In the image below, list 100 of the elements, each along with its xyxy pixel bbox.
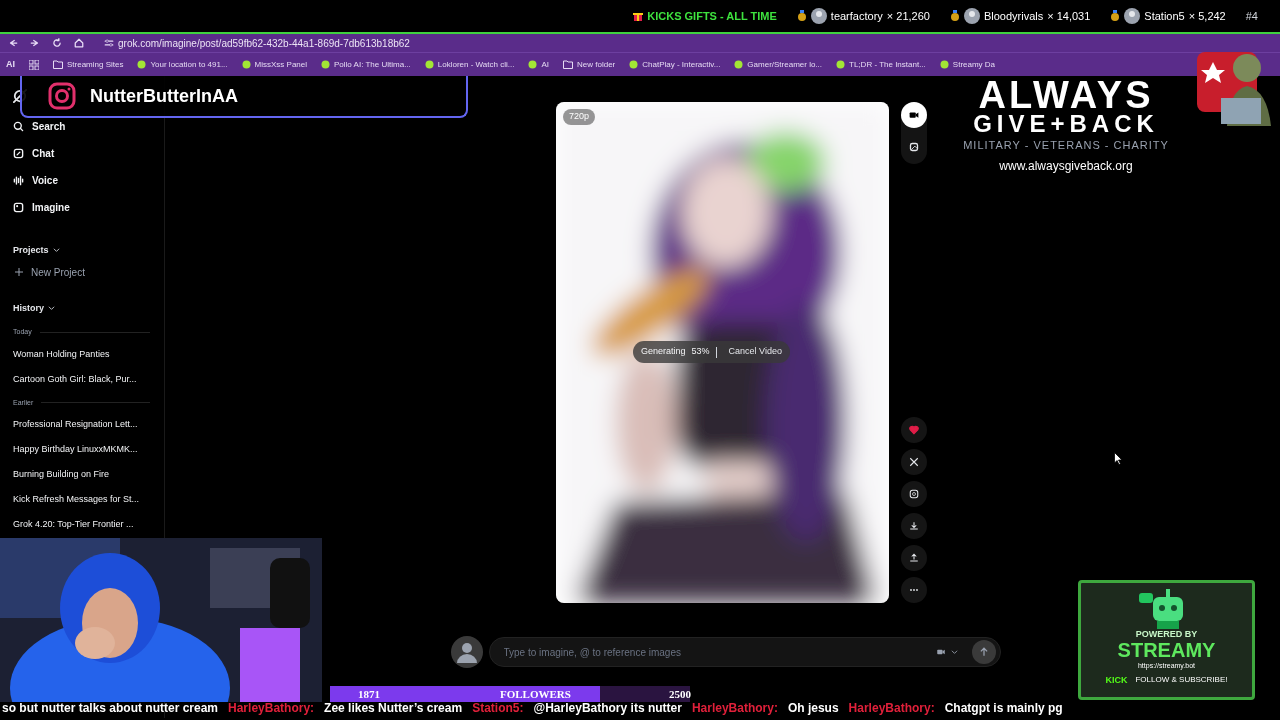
nav-item[interactable]: Search (13, 117, 164, 136)
nav-item[interactable]: Imagine (13, 198, 164, 217)
history-item[interactable]: Woman Holding Panties (13, 347, 164, 363)
kick-label: KICK (1105, 673, 1128, 687)
forward-icon[interactable] (30, 38, 40, 48)
favicon-icon (836, 60, 846, 69)
avatar-icon[interactable] (450, 636, 483, 668)
chat-icon (13, 148, 24, 159)
favicon-icon (528, 60, 538, 69)
section-heading[interactable]: Projects (13, 244, 49, 258)
leader-amount: × 14,031 (1047, 8, 1091, 24)
remix-icon (908, 488, 920, 500)
section-heading[interactable]: History (13, 301, 44, 315)
history-item[interactable]: Grok 4.20: Top-Tier Frontier ... (13, 518, 164, 533)
history-item[interactable]: Burning Building on Fire (13, 468, 164, 483)
percent-text: 53% (691, 345, 710, 359)
prompt-field[interactable]: Type to imagine, @ to reference images (503, 644, 927, 660)
avatar-icon (1124, 8, 1141, 24)
x-logo-icon (908, 456, 920, 468)
chat-username: Station5: (472, 700, 524, 717)
apps-grid-icon[interactable] (29, 59, 39, 70)
gifts-title: KICKS GIFTS - ALL TIME (647, 8, 777, 24)
site-info-icon[interactable] (104, 38, 114, 48)
tagline-text: MILITARY - VETERANS - CHARITY (963, 138, 1169, 153)
image-icon (907, 140, 921, 154)
favicon-icon (629, 60, 639, 69)
nav-item[interactable]: Voice (13, 171, 164, 190)
chat-message: Oh jesus (787, 700, 839, 717)
bookmark-link[interactable]: Lokloren - Watch cli... (437, 58, 515, 71)
folder-icon (563, 60, 573, 69)
bookmark-link[interactable]: Streaming Sites (67, 58, 124, 71)
logo-text: GIVE+BACK (973, 111, 1159, 137)
channel-handle: NutterButterInAA (90, 84, 238, 108)
goal-label: FOLLOWERS (500, 687, 571, 702)
bookmark-link[interactable]: AI (541, 58, 549, 71)
cancel-video-button[interactable]: Cancel Video (728, 345, 782, 359)
avatar-icon (963, 8, 980, 24)
bookmark-link[interactable]: New folder (577, 58, 616, 71)
favicon-icon (424, 60, 434, 69)
favicon-icon (137, 60, 147, 69)
bookmark-link[interactable]: MissXss Panel (254, 58, 308, 71)
rank-label: #4 (1245, 8, 1258, 24)
follow-text: FOLLOW & SUBSCRIBE! (1135, 674, 1228, 687)
voice-icon (13, 175, 24, 186)
bookmark-link[interactable]: ChatPlay - Interactiv... (642, 58, 721, 71)
reload-icon[interactable] (52, 38, 62, 48)
gift-icon (633, 11, 644, 21)
chevron-down-icon[interactable] (48, 304, 55, 312)
bookmark-link[interactable]: Your location to 491... (150, 58, 228, 71)
chat-message: so but nutter talks about nutter cream (2, 700, 219, 717)
heart-button[interactable] (901, 417, 927, 443)
video-mode-button[interactable] (901, 102, 927, 128)
camera-icon (48, 82, 76, 110)
bookmark-link[interactable]: Pollo AI: The Ultima... (334, 58, 411, 71)
history-item[interactable]: Kick Refresh Messages for St... (13, 493, 164, 508)
profile-label[interactable]: AI (6, 57, 15, 72)
chat-message: Chatgpt is mainly pg (944, 700, 1063, 717)
favicon-icon (241, 60, 251, 69)
share-icon (908, 552, 920, 564)
leader-amount: × 5,242 (1188, 8, 1226, 24)
quality-badge: 720p (563, 109, 596, 125)
nav-item[interactable]: Chat (13, 144, 164, 163)
bookmark-link[interactable]: Streamy Da (952, 58, 996, 71)
history-item[interactable]: Cartoon Goth Girl: Black, Pur... (13, 372, 164, 388)
bookmark-link[interactable]: TL;DR - The Instant... (849, 58, 926, 71)
favicon-icon (734, 60, 744, 69)
x-button[interactable] (901, 449, 927, 475)
medal-icon (796, 10, 807, 22)
leader-name: Bloodyrivals (983, 8, 1044, 24)
chevron-down-icon (950, 648, 958, 656)
bookmark-link[interactable]: Gamer/Streamer lo... (747, 58, 823, 71)
back-icon[interactable] (8, 38, 18, 48)
download-button[interactable] (901, 513, 927, 539)
chat-username: HarleyBathory: (691, 700, 778, 717)
favicon-icon (939, 60, 949, 69)
plus-icon (15, 268, 23, 276)
share-button[interactable] (901, 545, 927, 571)
avatar-icon (810, 8, 827, 24)
arrow-up-icon (978, 647, 989, 657)
search-icon (13, 121, 24, 132)
chevron-down-icon[interactable] (52, 247, 60, 255)
status-text: Generating (641, 345, 686, 359)
logo-text: ALWAYS (978, 79, 1154, 111)
mouse-cursor-icon (1114, 452, 1123, 465)
history-item[interactable]: Happy Birthday LinuxxMKMK... (13, 443, 164, 458)
download-icon (908, 520, 920, 532)
heart-icon (908, 424, 920, 436)
new-project-item[interactable]: New Project (15, 264, 164, 280)
favicon-icon (321, 60, 331, 69)
url-text: www.alwaysgiveback.org (999, 157, 1133, 175)
chat-message: Zee likes Nutter’s cream (324, 700, 463, 717)
remix-button[interactable] (901, 481, 927, 507)
history-item[interactable]: Professional Resignation Lett... (13, 418, 164, 433)
prompt-bar[interactable]: Type to imagine, @ to reference images (488, 637, 1001, 667)
brand-text: STREAMY (1117, 639, 1216, 661)
goal-current: 1871 (358, 686, 380, 702)
medal-icon (1110, 10, 1121, 22)
home-icon[interactable] (74, 38, 84, 48)
folder-icon (53, 60, 63, 69)
submit-button[interactable] (971, 640, 996, 664)
